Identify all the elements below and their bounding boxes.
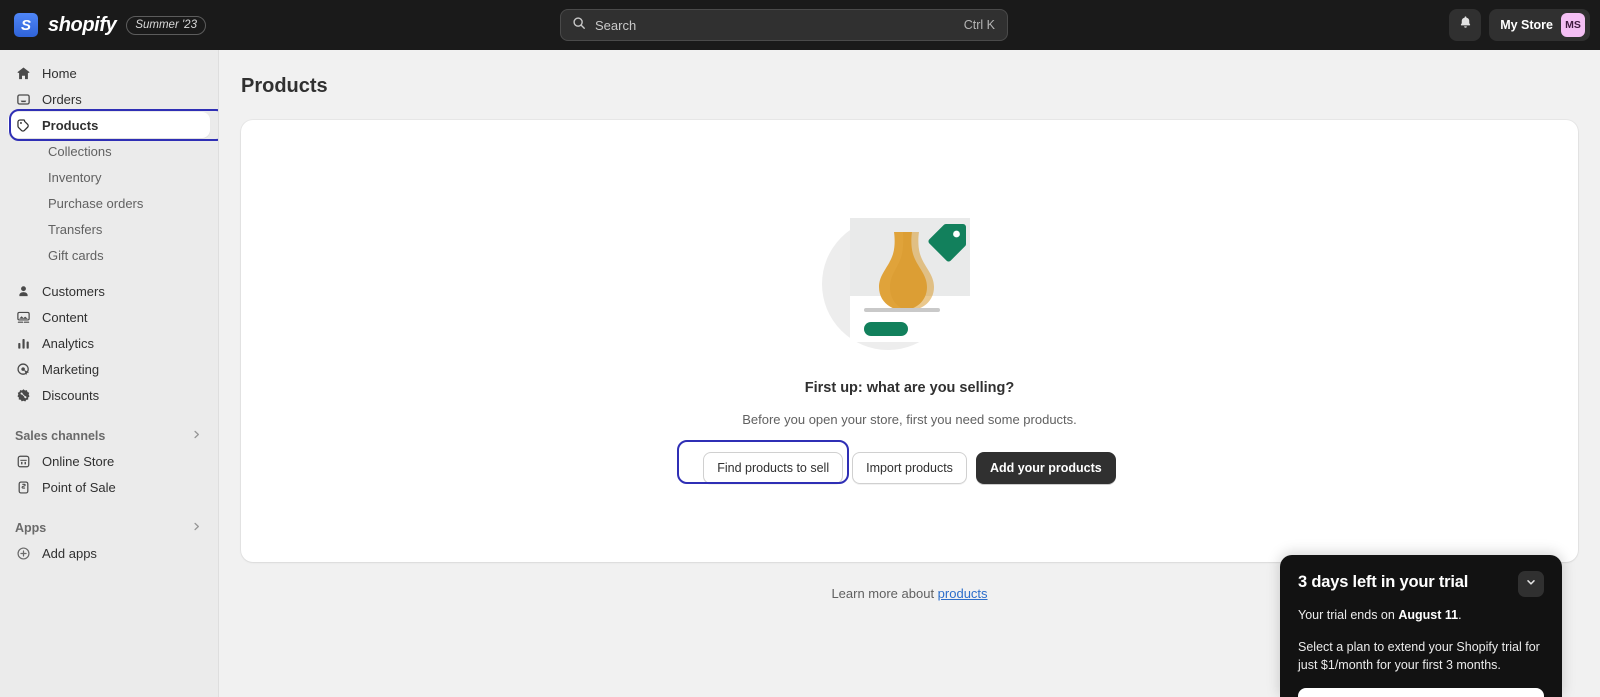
sidebar-group-label: Apps: [15, 521, 47, 535]
sidebar-item-home[interactable]: Home: [8, 60, 210, 86]
shopify-logo-icon: S: [14, 13, 38, 37]
notifications-button[interactable]: [1449, 9, 1482, 41]
empty-state-subtitle: Before you open your store, first you ne…: [742, 412, 1077, 427]
search-container: Search Ctrl K: [560, 9, 1008, 41]
store-name: My Store: [1500, 18, 1553, 32]
sidebar-subitem-transfers[interactable]: Transfers: [8, 216, 210, 242]
sidebar-subitem-label: Collections: [48, 143, 112, 159]
product-tag-icon: [15, 117, 32, 134]
shopify-wordmark: shopify: [48, 13, 117, 36]
point-of-sale-icon: [15, 479, 32, 496]
sidebar-item-analytics[interactable]: Analytics: [8, 330, 210, 356]
sidebar-item-label: Point of Sale: [42, 479, 116, 495]
sidebar-item-online-store[interactable]: Online Store: [8, 448, 210, 474]
products-focus-ring: [9, 109, 218, 141]
marketing-target-icon: [15, 361, 32, 378]
sidebar-subitem-label: Transfers: [48, 221, 103, 237]
bell-icon: [1458, 15, 1473, 35]
sidebar-subitem-label: Purchase orders: [48, 195, 144, 211]
chevron-right-icon: [191, 429, 202, 443]
sidebar-group-sales-channels[interactable]: Sales channels: [8, 424, 210, 448]
sidebar-item-products[interactable]: Products: [8, 109, 218, 141]
sidebar-item-label: Online Store: [42, 453, 115, 469]
products-empty-state-card: First up: what are you selling? Before y…: [241, 120, 1578, 562]
chevron-right-icon: [191, 521, 202, 535]
season-badge: Summer '23: [126, 15, 206, 35]
content-image-icon: [15, 309, 32, 326]
logo-initial: S: [20, 16, 31, 34]
plus-circle-icon: [15, 545, 32, 562]
analytics-bars-icon: [15, 335, 32, 352]
add-your-products-button[interactable]: Add your products: [975, 452, 1116, 484]
trial-end-date-line: Your trial ends on August 11.: [1298, 608, 1544, 622]
trial-banner: 3 days left in your trial Your trial end…: [1280, 555, 1562, 697]
trial-banner-collapse-button[interactable]: [1518, 571, 1544, 597]
search-input[interactable]: Search Ctrl K: [560, 9, 1008, 41]
sidebar-item-customers[interactable]: Customers: [8, 278, 210, 304]
sidebar-item-orders[interactable]: Orders: [8, 86, 210, 112]
sidebar-item-label: Add apps: [42, 545, 97, 561]
trial-select-plan-button[interactable]: Select a plan: [1298, 688, 1544, 697]
sidebar-item-label: Content: [42, 309, 88, 325]
sidebar: Home Orders Products Collections Invento…: [0, 50, 219, 697]
search-shortcut: Ctrl K: [963, 18, 995, 32]
sidebar-group-label: Sales channels: [15, 429, 106, 443]
products-subnav: Collections Inventory Purchase orders Tr…: [0, 138, 218, 268]
trial-end-prefix: Your trial ends on: [1298, 608, 1399, 622]
home-icon: [15, 65, 32, 82]
sidebar-item-label: Marketing: [42, 361, 100, 377]
sidebar-item-label: Customers: [42, 283, 105, 299]
trial-banner-header: 3 days left in your trial: [1298, 571, 1544, 597]
chevron-down-icon: [1525, 575, 1537, 593]
sidebar-item-label: Discounts: [42, 387, 100, 403]
import-products-button[interactable]: Import products: [852, 452, 967, 484]
trial-banner-title: 3 days left in your trial: [1298, 573, 1469, 591]
sidebar-item-point-of-sale[interactable]: Point of Sale: [8, 474, 210, 500]
empty-state-title: First up: what are you selling?: [804, 380, 1015, 396]
sidebar-item-label: Orders: [42, 91, 82, 107]
store-menu-button[interactable]: My Store MS: [1489, 9, 1590, 41]
sidebar-item-label: Analytics: [42, 335, 95, 351]
person-icon: [15, 283, 32, 300]
search-placeholder: Search: [595, 17, 637, 33]
products-help-link[interactable]: products: [938, 586, 988, 601]
sidebar-subitem-gift-cards[interactable]: Gift cards: [8, 242, 210, 268]
top-bar: S shopify Summer '23 Search Ctrl K My St…: [0, 0, 1600, 50]
sidebar-item-discounts[interactable]: Discounts: [8, 382, 210, 408]
trial-end-date: August 11: [1398, 608, 1459, 622]
page-title: Products: [241, 75, 328, 97]
brand-area: S shopify Summer '23: [0, 13, 560, 37]
sidebar-subitem-inventory[interactable]: Inventory: [8, 164, 210, 190]
sidebar-subitem-label: Gift cards: [48, 247, 104, 263]
sidebar-subitem-purchase-orders[interactable]: Purchase orders: [8, 190, 210, 216]
discount-badge-icon: [15, 387, 32, 404]
sidebar-group-apps[interactable]: Apps: [8, 516, 210, 540]
sidebar-item-label: Home: [42, 65, 77, 81]
top-bar-actions: My Store MS: [1449, 9, 1600, 41]
find-products-to-sell-button[interactable]: Find products to sell: [703, 452, 844, 484]
sidebar-item-add-apps[interactable]: Add apps: [8, 540, 210, 566]
sidebar-item-marketing[interactable]: Marketing: [8, 356, 210, 382]
sidebar-subitem-label: Inventory: [48, 169, 102, 185]
empty-state-actions: Find products to sell Import products Ad…: [677, 440, 1116, 484]
orders-inbox-icon: [15, 91, 32, 108]
learn-more-text: Learn more about: [831, 586, 938, 601]
trial-end-suffix: .: [1458, 608, 1462, 622]
sidebar-item-content[interactable]: Content: [8, 304, 210, 330]
sidebar-item-label: Products: [42, 117, 99, 133]
sidebar-subitem-collections[interactable]: Collections: [8, 138, 210, 164]
product-listing-illustration: [800, 198, 1020, 358]
storefront-icon: [15, 453, 32, 470]
search-icon: [572, 16, 586, 35]
trial-banner-body: Select a plan to extend your Shopify tri…: [1298, 640, 1540, 673]
avatar: MS: [1561, 13, 1585, 37]
